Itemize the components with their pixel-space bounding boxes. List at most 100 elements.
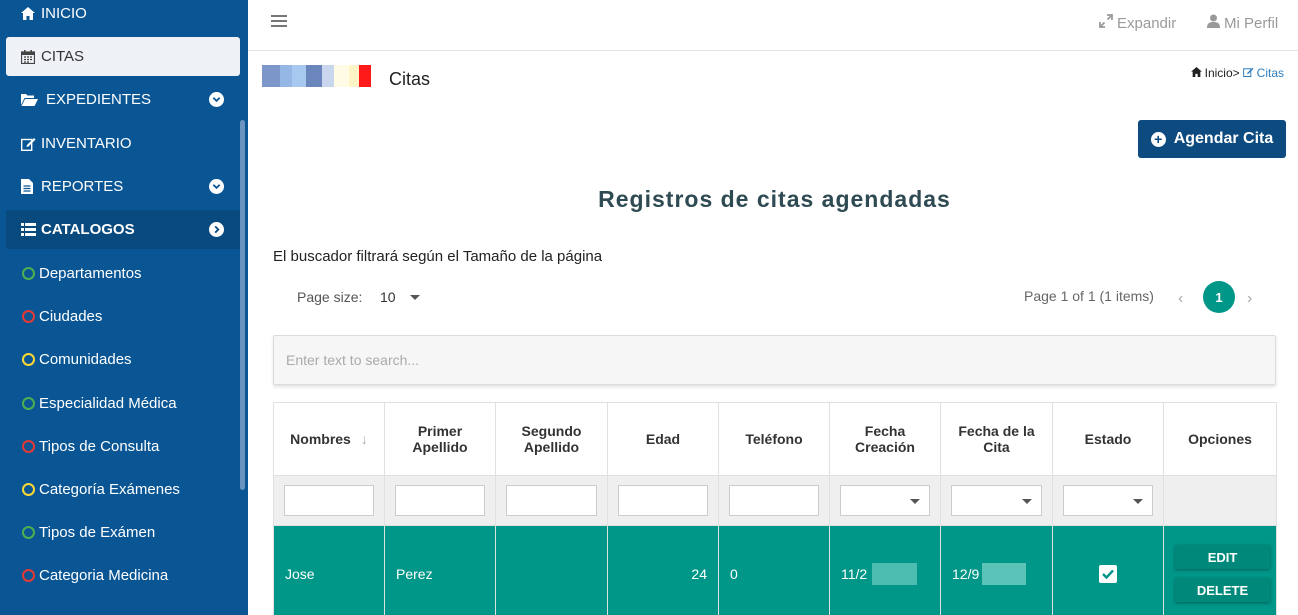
cell-primer-apellido: Perez [384,525,496,615]
sidebar-subitem-label: Categoria Medicina [39,566,169,584]
sidebar-subitem-tipos-examen[interactable]: Tipos de Exámen [22,517,155,547]
sidebar-subitem-categoria-examenes[interactable]: Categoría Exámenes [22,474,180,504]
column-header-edad[interactable]: Edad [607,402,719,476]
breadcrumb-home[interactable]: Inicio> [1205,66,1240,80]
page-size-select[interactable]: 10 [380,289,396,305]
sidebar-subitem-label: Ciudades [39,307,103,325]
table-header-row: Nombres ↓ Primer Apellido Segundo Apellid… [273,402,1277,476]
profile-button[interactable]: Mi Perfil [1207,14,1278,32]
column-header-label: Nombres [290,431,351,447]
breadcrumb: Inicio> Citas [1190,66,1284,80]
column-header-segundo-apellido[interactable]: Segundo Apellido [495,402,608,476]
cell-segundo-apellido [495,525,608,615]
hamburger-menu-icon[interactable] [271,15,287,29]
sidebar-subitem-ciudades[interactable]: Ciudades [22,301,102,331]
page-number-current[interactable]: 1 [1203,281,1235,313]
file-icon [21,179,41,194]
sidebar-item-label: INICIO [41,5,87,22]
expand-label: Expandir [1117,14,1177,32]
column-header-fecha-cita[interactable]: Fecha de la Cita [940,402,1053,476]
sidebar-item-inventario[interactable]: INVENTARIO [6,124,240,163]
sidebar-item-label: CATALOGOS [41,221,135,238]
sidebar-subitem-label: Comunidades [39,350,132,368]
search-hint: El buscador filtrará según el Tamaño de … [273,248,603,265]
filter-row [273,475,1277,526]
search-input[interactable]: Enter text to search... [273,335,1276,385]
filter-edad-input[interactable] [618,485,708,516]
sidebar-item-catalogos[interactable]: CATALOGOS [6,210,240,249]
filter-fecha-creacion-select[interactable] [840,485,930,516]
home-icon [21,7,41,20]
status-circle-icon [22,568,35,582]
status-circle-icon [22,439,35,453]
sidebar-subitem-tipos-consulta[interactable]: Tipos de Consulta [22,431,159,461]
sidebar-item-label: EXPEDIENTES [46,91,152,108]
chevron-down-icon[interactable] [209,92,224,107]
sidebar-subitem-label: Categoría Exámenes [39,480,180,498]
sort-down-icon[interactable]: ↓ [361,431,368,447]
sidebar-scrollbar[interactable] [240,120,245,490]
sidebar-item-label: CITAS [41,48,85,65]
fecha-cita-text: 12/9 [952,565,980,582]
filter-estado-select[interactable] [1063,485,1153,516]
filter-telefono-input[interactable] [729,485,819,516]
sidebar-item-inicio[interactable]: INICIO [6,0,240,33]
redacted-region [872,562,917,585]
cell-opciones: EDIT DELETE [1163,525,1277,615]
status-circle-icon [22,309,35,323]
page-info: Page 1 of 1 (1 items) [1024,288,1154,304]
edit-button[interactable]: EDIT [1175,545,1270,569]
topbar: Expandir Mi Perfil [248,0,1298,51]
sidebar-subitem-comunidades[interactable]: Comunidades [22,344,132,374]
sidebar-item-expedientes[interactable]: EXPEDIENTES [6,80,240,119]
column-header-nombres[interactable]: Nombres ↓ [273,402,385,476]
cell-fecha-cita: 12/9 [940,525,1053,615]
chevron-right-icon[interactable]: › [1247,290,1252,308]
page-title: Citas [389,69,431,89]
redacted-region [982,562,1026,585]
cell-fecha-creacion: 11/2 [829,525,941,615]
table-row[interactable]: Jose Perez 24 0 11/2 12/9 EDIT DELETE [273,525,1277,615]
agendar-cita-button[interactable]: + Agendar Cita [1138,120,1286,158]
filter-nombres-input[interactable] [284,485,374,516]
sidebar-item-citas[interactable]: CITAS [6,37,240,76]
column-header-primer-apellido[interactable]: Primer Apellido [384,402,496,476]
breadcrumb-current[interactable]: Citas [1257,66,1284,80]
agendar-cita-label: Agendar Cita [1173,130,1274,147]
folder-open-icon [21,93,46,106]
chevron-right-icon[interactable] [209,222,224,237]
status-circle-icon [22,352,35,366]
status-circle-icon [22,396,35,410]
edit-icon [1242,66,1254,80]
citas-table: Nombres ↓ Primer Apellido Segundo Apellid… [273,402,1277,615]
estado-checkbox[interactable] [1099,564,1117,583]
sidebar-subitem-especialidad-medica[interactable]: Especialidad Médica [22,388,177,418]
expand-button[interactable]: Expandir [1099,14,1176,32]
cell-edad: 24 [607,525,719,615]
list-icon [21,223,41,236]
fecha-creacion-text: 11/2 [841,565,868,582]
sidebar: INICIO CITAS EXPEDIENTES INVENTARIO REPO… [0,0,248,615]
section-heading: Registros de citas agendadas [598,186,951,212]
sidebar-subitem-label: Tipos de Consulta [39,437,160,455]
column-header-estado[interactable]: Estado [1052,402,1164,476]
page-size-label: Page size: [297,289,363,305]
sidebar-item-reportes[interactable]: REPORTES [6,167,240,206]
filter-fecha-cita-select[interactable] [951,485,1042,516]
sidebar-subitem-categoria-medicina[interactable]: Categoria Medicina [22,560,168,590]
delete-button[interactable]: DELETE [1175,578,1270,602]
filter-segundo-apellido-input[interactable] [506,485,597,516]
chevron-down-icon[interactable] [410,295,420,300]
column-header-telefono[interactable]: Teléfono [718,402,830,476]
home-icon [1190,66,1202,80]
fecha-creacion-value: 11/2 [841,562,917,585]
sidebar-subitem-departamentos[interactable]: Departamentos [22,258,142,288]
user-icon [1207,14,1220,32]
chevron-down-icon[interactable] [209,179,224,194]
filter-primer-apellido-input[interactable] [395,485,485,516]
chevron-left-icon[interactable]: ‹ [1178,290,1183,308]
expand-arrows-icon [1099,14,1113,32]
column-header-fecha-creacion[interactable]: Fecha Creación [829,402,941,476]
status-circle-icon [22,266,35,280]
sidebar-item-label: INVENTARIO [41,135,132,152]
